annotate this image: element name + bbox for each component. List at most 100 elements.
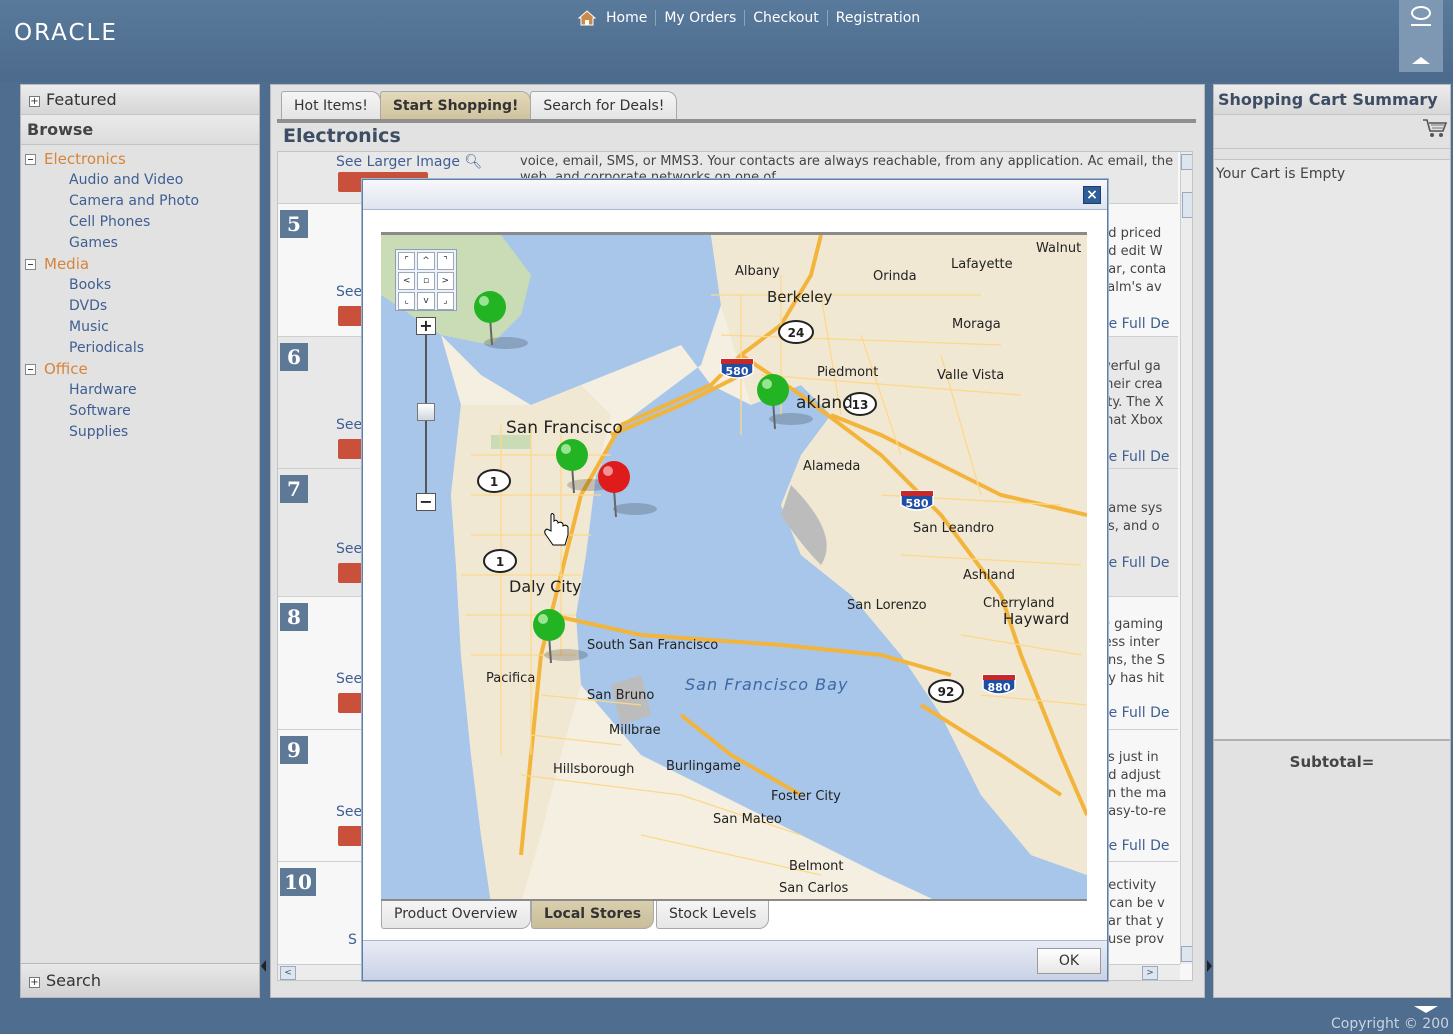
subcategory-supplies[interactable]: Supplies [25, 422, 259, 443]
subcategory-games[interactable]: Games [25, 233, 259, 254]
map-canvas[interactable]: 24 13 1 1 92 580 580 880 San Francisco D… [381, 235, 1087, 900]
category-media[interactable]: Media [25, 254, 259, 275]
product-description: that Xbox [1100, 413, 1163, 428]
see-larger-image-link[interactable]: See [336, 284, 362, 300]
pan-southwest-icon[interactable]: ⌞ [398, 292, 416, 310]
zoom-out-button[interactable]: − [416, 493, 436, 511]
subcategory-books[interactable]: Books [25, 275, 259, 296]
item-number-badge: 9 [280, 736, 308, 764]
category-label: Media [44, 255, 90, 273]
subcategory-audio-video[interactable]: Audio and Video [25, 170, 259, 191]
subcategory-camera-photo[interactable]: Camera and Photo [25, 191, 259, 212]
featured-header[interactable]: + Featured [21, 85, 259, 115]
product-description: nd edit W [1100, 244, 1163, 259]
scroll-thumb[interactable] [1182, 192, 1192, 218]
see-larger-image-link[interactable]: See [336, 671, 362, 687]
expand-down-icon[interactable] [1414, 1006, 1438, 1013]
tab-search-deals[interactable]: Search for Deals! [530, 91, 678, 119]
pan-southeast-icon[interactable]: ⌟ [436, 292, 454, 310]
tab-product-overview[interactable]: Product Overview [381, 901, 531, 929]
label-cherryland: Cherryland [983, 596, 1055, 611]
cart-title: Shopping Cart Summary [1214, 85, 1450, 115]
nav-registration-link[interactable]: Registration [828, 10, 928, 26]
nav-home-link[interactable]: Home [598, 10, 657, 26]
zoom-in-button[interactable]: + [416, 317, 436, 335]
see-larger-image-link[interactable]: See Larger Image 🔍︎ [336, 154, 482, 170]
store-locator-map[interactable]: 24 13 1 1 92 580 580 880 San Francisco D… [381, 232, 1087, 900]
nav-checkout-link[interactable]: Checkout [745, 10, 828, 26]
dialog-titlebar[interactable]: × [363, 180, 1107, 210]
subcategory-music[interactable]: Music [25, 317, 259, 338]
scroll-up-arrow[interactable] [1181, 154, 1192, 170]
label-albany: Albany [735, 264, 780, 279]
product-description: D gaming [1100, 617, 1164, 632]
see-larger-image-link[interactable]: See [336, 541, 362, 557]
product-description: game sys [1100, 501, 1163, 516]
nav-my-orders-link[interactable]: My Orders [656, 10, 746, 26]
close-icon[interactable]: × [1083, 186, 1101, 204]
map-pan-control[interactable]: ⌜ ^ ⌝ < ▫ > ⌞ v ⌟ [395, 249, 457, 311]
scroll-down-arrow[interactable] [1181, 946, 1192, 962]
interstate-580-shield: 580 [720, 358, 754, 379]
vertical-scrollbar[interactable] [1180, 152, 1192, 964]
cart-empty-message: Your Cart is Empty [1216, 166, 1346, 182]
category-office[interactable]: Office [25, 359, 259, 380]
label-san-mateo: San Mateo [713, 812, 782, 827]
subcategory-software[interactable]: Software [25, 401, 259, 422]
tab-hot-items[interactable]: Hot Items! [281, 91, 381, 119]
product-description: dar, conta [1100, 262, 1167, 277]
label-lafayette: Lafayette [951, 257, 1013, 272]
top-header: ORACLE Home My Orders Checkout Registrat… [0, 0, 1453, 82]
pan-south-icon[interactable]: v [417, 292, 435, 310]
pan-northeast-icon[interactable]: ⌝ [436, 252, 454, 270]
tab-stock-levels[interactable]: Stock Levels [656, 901, 770, 929]
pan-northwest-icon[interactable]: ⌜ [398, 252, 416, 270]
subcategory-dvds[interactable]: DVDs [25, 296, 259, 317]
see-full-description-link[interactable]: ee Full De [1100, 555, 1178, 571]
see-larger-image-link[interactable]: See [336, 804, 362, 820]
subcategory-periodicals[interactable]: Periodicals [25, 338, 259, 359]
label-san-bruno: San Bruno [587, 688, 654, 703]
product-detail-dialog: × 24 13 1 1 92 580 580 880 San Francisco… [362, 179, 1108, 981]
interstate-580-shield: 580 [900, 490, 934, 511]
scroll-left-arrow[interactable]: < [280, 966, 296, 980]
subcategory-cell-phones[interactable]: Cell Phones [25, 212, 259, 233]
zoom-slider-thumb[interactable] [417, 403, 435, 421]
svg-text:880: 880 [988, 681, 1011, 694]
pan-west-icon[interactable]: < [398, 272, 416, 290]
see-full-description-link[interactable]: ee Full De [1100, 705, 1178, 721]
subcategory-hardware[interactable]: Hardware [25, 380, 259, 401]
pan-east-icon[interactable]: > [436, 272, 454, 290]
scroll-right-arrow[interactable]: > [1142, 966, 1158, 980]
see-full-description-link[interactable]: ee Full De [1100, 316, 1178, 332]
label-san-francisco-bay: San Francisco Bay [685, 675, 848, 694]
see-full-description-link[interactable]: ee Full De [1100, 449, 1178, 465]
tab-local-stores[interactable]: Local Stores [531, 901, 655, 929]
category-electronics[interactable]: Electronics [25, 149, 259, 170]
label-hillsborough: Hillsborough [553, 762, 634, 777]
copyright-text: Copyright © 200 [1331, 1016, 1450, 1032]
label-moraga: Moraga [952, 317, 1001, 332]
product-description: Easy-to-re [1100, 804, 1167, 819]
right-splitter-handle[interactable] [1207, 960, 1212, 972]
home-icon[interactable] [577, 10, 597, 26]
shopping-cart-icon[interactable] [1422, 117, 1448, 139]
left-splitter-handle[interactable] [261, 960, 266, 972]
product-description: t can be v [1100, 896, 1165, 911]
global-widget[interactable] [1399, 0, 1443, 72]
ok-button[interactable]: OK [1037, 948, 1101, 974]
oracle-logo[interactable]: ORACLE [14, 20, 118, 46]
see-full-description-link[interactable]: ee Full De [1100, 838, 1178, 854]
see-larger-image-link[interactable]: See [336, 417, 362, 433]
search-header[interactable]: + Search [21, 963, 259, 997]
cart-toolbar [1214, 115, 1450, 149]
product-description: nectivity [1100, 878, 1157, 893]
item-number-badge: 10 [280, 868, 316, 896]
collapse-up-icon[interactable] [1412, 57, 1430, 64]
pan-center-icon[interactable]: ▫ [417, 272, 435, 290]
highway-1-shield: 1 [477, 469, 511, 493]
pan-north-icon[interactable]: ^ [417, 252, 435, 270]
expand-icon: + [29, 977, 40, 988]
tab-start-shopping[interactable]: Start Shopping! [379, 91, 532, 119]
see-larger-image-link[interactable]: S [348, 932, 357, 948]
